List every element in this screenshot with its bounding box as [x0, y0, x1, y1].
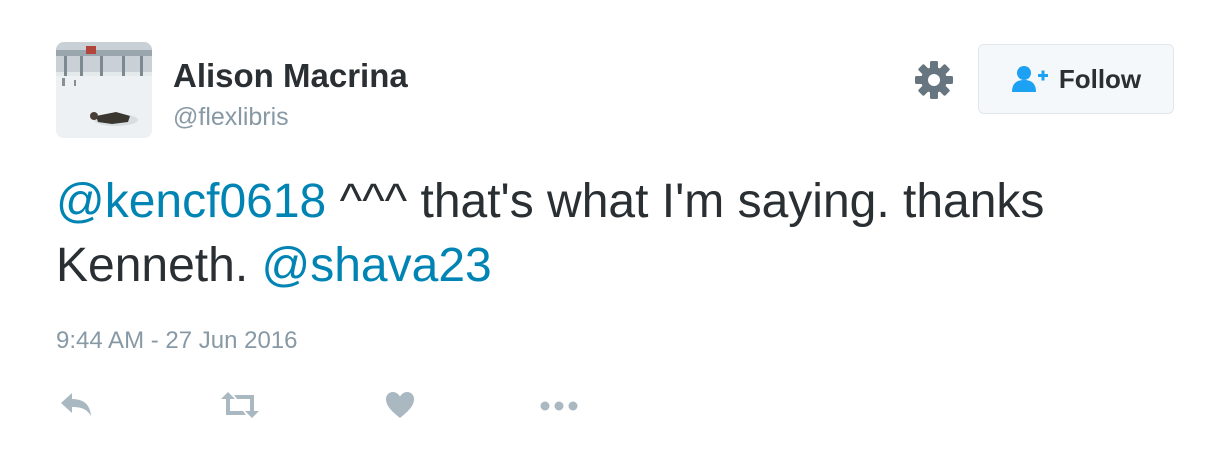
follow-button[interactable]: Follow	[978, 44, 1174, 114]
more-dots-icon[interactable]	[539, 390, 579, 420]
retweet-icon[interactable]	[219, 390, 261, 420]
tweet-timestamp[interactable]: 9:44 AM - 27 Jun 2016	[56, 326, 298, 356]
avatar[interactable]	[56, 42, 152, 138]
user-name[interactable]: Alison Macrina	[173, 56, 408, 96]
mention-link[interactable]: @shava23	[262, 239, 492, 292]
heart-icon[interactable]	[384, 390, 416, 420]
reply-icon[interactable]	[58, 390, 94, 420]
follow-button-label: Follow	[1058, 63, 1142, 94]
tweet-card: Alison Macrina @flexlibris Follow @kencf…	[0, 0, 1228, 471]
avatar-image	[56, 42, 152, 138]
add-user-icon	[1011, 65, 1049, 93]
user-handle[interactable]: @flexlibris	[173, 101, 289, 133]
tweet-text: @kencf0618 ^^^ that's what I'm saying. t…	[56, 170, 1176, 298]
gear-icon[interactable]	[913, 59, 955, 101]
mention-link[interactable]: @kencf0618	[56, 175, 326, 228]
